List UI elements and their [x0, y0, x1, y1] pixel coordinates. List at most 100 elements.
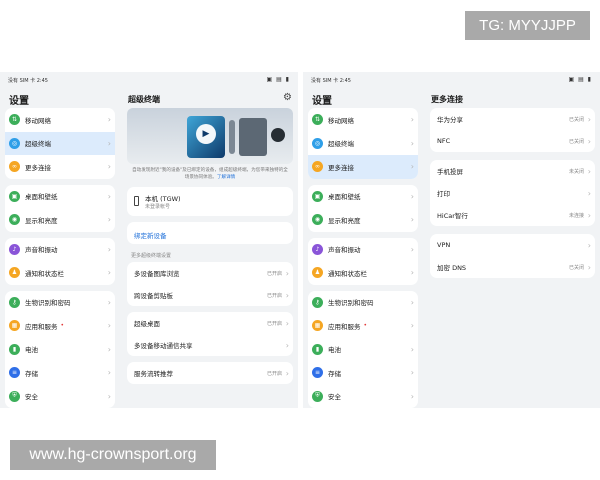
chevron-right-icon: › — [410, 162, 414, 172]
play-icon[interactable]: ▶ — [196, 124, 216, 144]
storage-icon: ≡ — [312, 367, 323, 379]
settings-item-label: 应用和服务 — [25, 322, 58, 331]
settings-item[interactable]: ≡ 存储 › — [5, 361, 115, 385]
settings-item[interactable]: ⚷ 生物识别和密码 › — [308, 291, 418, 315]
option-status: 已开启 — [266, 320, 282, 327]
new-badge: • — [60, 322, 65, 330]
settings-item[interactable]: ♪ 声音和振动 › — [5, 238, 115, 262]
status-icons: ▣ ▤ ▮ — [266, 76, 290, 83]
settings-item[interactable]: ⚷ 生物识别和密码 › — [5, 291, 115, 315]
option-row[interactable]: HiCar智行 未连接 › — [430, 204, 595, 226]
settings-item-label: 显示和亮度 — [328, 216, 361, 225]
chevron-right-icon: › — [107, 215, 111, 225]
phone-icon — [134, 196, 139, 206]
key-icon: ⚷ — [9, 296, 20, 308]
sound-icon: ♪ — [312, 243, 323, 255]
link-icon: ∞ — [9, 161, 20, 173]
option-row[interactable]: 服务流转推荐 已开启 › — [127, 362, 293, 384]
settings-item[interactable]: ⇅ 移动网络 › — [5, 108, 115, 132]
settings-item[interactable]: ▮ 电池 › — [5, 338, 115, 362]
option-label: 跨设备剪贴板 — [134, 292, 173, 300]
settings-item[interactable]: ≡ 存储 › — [308, 361, 418, 385]
settings-item[interactable]: ▣ 桌面和壁纸 › — [308, 185, 418, 209]
chevron-right-icon: › — [107, 391, 111, 401]
chevron-right-icon: › — [410, 191, 414, 201]
settings-item[interactable]: ▦ 应用和服务 • › — [308, 314, 418, 338]
chevron-right-icon: › — [410, 215, 414, 225]
chevron-right-icon: › — [410, 297, 414, 307]
settings-item[interactable]: ◉ 显示和亮度 › — [308, 208, 418, 232]
settings-item[interactable]: ∞ 更多连接 › — [5, 155, 115, 179]
settings-item[interactable]: ▣ 桌面和壁纸 › — [5, 185, 115, 209]
settings-item[interactable]: ♟ 通知和状态栏 › — [308, 261, 418, 285]
new-badge: • — [363, 322, 368, 330]
option-row[interactable]: 打印 › — [430, 182, 595, 204]
learn-more-link[interactable]: 了解详情 — [217, 175, 235, 180]
status-carrier: 没有 SIM 卡 2:45 — [311, 78, 351, 84]
settings-item[interactable]: ⛨ 安全 › — [308, 385, 418, 409]
settings-group: ♪ 声音和振动 › ♟ 通知和状态栏 › — [5, 237, 115, 285]
settings-item[interactable]: ◎ 超级终端 › — [5, 131, 115, 155]
option-row[interactable]: 跨设备剪贴板 已开启 › — [127, 284, 293, 306]
option-row[interactable]: NFC 已关闭 › — [430, 130, 595, 152]
status-bar: 没有 SIM 卡 2:45 ▣ ▤ ▮ — [303, 72, 600, 86]
settings-item-label: 通知和状态栏 — [25, 269, 64, 278]
chevron-right-icon: › — [587, 240, 591, 250]
option-status: 已开启 — [266, 270, 282, 277]
option-row[interactable]: 手机投屏 未关闭 › — [430, 160, 595, 182]
option-group: 手机投屏 未关闭 › 打印 › HiCar智行 未连接 › — [430, 160, 595, 226]
settings-item[interactable]: ♟ 通知和状态栏 › — [5, 261, 115, 285]
option-row[interactable]: 多设备图库浏览 已开启 › — [127, 262, 293, 284]
super-device-icon: ◎ — [312, 137, 323, 149]
settings-item[interactable]: ∞ 更多连接 › — [308, 155, 418, 179]
watermark-bottom: www.hg-crownsport.org — [10, 440, 216, 470]
display-icon: ◉ — [9, 214, 20, 226]
chevron-right-icon: › — [587, 262, 591, 272]
local-device-card[interactable]: 本机 (TGW) 未登录帐号 — [127, 187, 293, 216]
link-icon: ∞ — [312, 161, 323, 173]
device-account-status: 未登录帐号 — [145, 204, 171, 210]
option-label: 华为分享 — [437, 116, 463, 124]
chevron-right-icon: › — [410, 244, 414, 254]
settings-item[interactable]: ▮ 电池 › — [308, 338, 418, 362]
gear-icon[interactable]: ⚙ — [283, 92, 292, 103]
chevron-right-icon: › — [107, 138, 111, 148]
settings-item-label: 电池 — [328, 346, 341, 355]
bind-new-device-button[interactable]: 绑定新设备 — [127, 222, 293, 244]
status-bar: 没有 SIM 卡 2:45 ▣ ▤ ▮ — [0, 72, 298, 86]
option-row[interactable]: 多设备移动通信共享 › — [127, 334, 293, 356]
settings-item-label: 存储 — [25, 369, 38, 378]
settings-group: ▣ 桌面和壁纸 › ◉ 显示和亮度 › — [308, 184, 418, 232]
chevron-right-icon: › — [107, 297, 111, 307]
chevron-right-icon: › — [107, 244, 111, 254]
settings-item[interactable]: ⛨ 安全 › — [5, 385, 115, 409]
more-settings-label: 更多超级终端设置 — [131, 253, 172, 259]
settings-item-label: 桌面和壁纸 — [25, 193, 58, 202]
option-label: VPN — [437, 241, 451, 249]
option-row[interactable]: 加密 DNS 已关闭 › — [430, 256, 595, 278]
super-device-banner[interactable]: ▶ — [127, 108, 293, 164]
chevron-right-icon: › — [587, 210, 591, 220]
chevron-right-icon: › — [285, 340, 289, 350]
settings-item[interactable]: ♪ 声音和振动 › — [308, 238, 418, 262]
phone-screen-left: 没有 SIM 卡 2:45 ▣ ▤ ▮ 设置 ⇅ 移动网络 › ◎ 超级终端 › ∞ 更多连接… — [0, 72, 298, 408]
settings-item[interactable]: ▦ 应用和服务 • › — [5, 314, 115, 338]
banner-watch — [271, 128, 285, 142]
option-status: 未关闭 — [568, 168, 584, 175]
option-row[interactable]: 华为分享 已关闭 › — [430, 108, 595, 130]
settings-item[interactable]: ◉ 显示和亮度 › — [5, 208, 115, 232]
settings-group: ⚷ 生物识别和密码 › ▦ 应用和服务 • › ▮ 电池 › ≡ 存储 › ⛨ 安全 › — [5, 290, 115, 409]
settings-item[interactable]: ⇅ 移动网络 › — [308, 108, 418, 132]
super-device-icon: ◎ — [9, 137, 20, 149]
option-row[interactable]: VPN › — [430, 234, 595, 256]
sound-icon: ♪ — [9, 243, 20, 255]
chevron-right-icon: › — [410, 391, 414, 401]
option-label: HiCar智行 — [437, 212, 468, 220]
option-row[interactable]: 超级桌面 已开启 › — [127, 312, 293, 334]
settings-group: ▣ 桌面和壁纸 › ◉ 显示和亮度 › — [5, 184, 115, 232]
chevron-right-icon: › — [587, 166, 591, 176]
settings-item-label: 电池 — [25, 346, 38, 355]
settings-item[interactable]: ◎ 超级终端 › — [308, 132, 418, 156]
wallpaper-icon: ▣ — [9, 190, 20, 202]
description-text: 自动发现附近"我的设备"及已绑定的设备，组成超级终端，为您带来独特的全场景协同体… — [132, 168, 288, 180]
